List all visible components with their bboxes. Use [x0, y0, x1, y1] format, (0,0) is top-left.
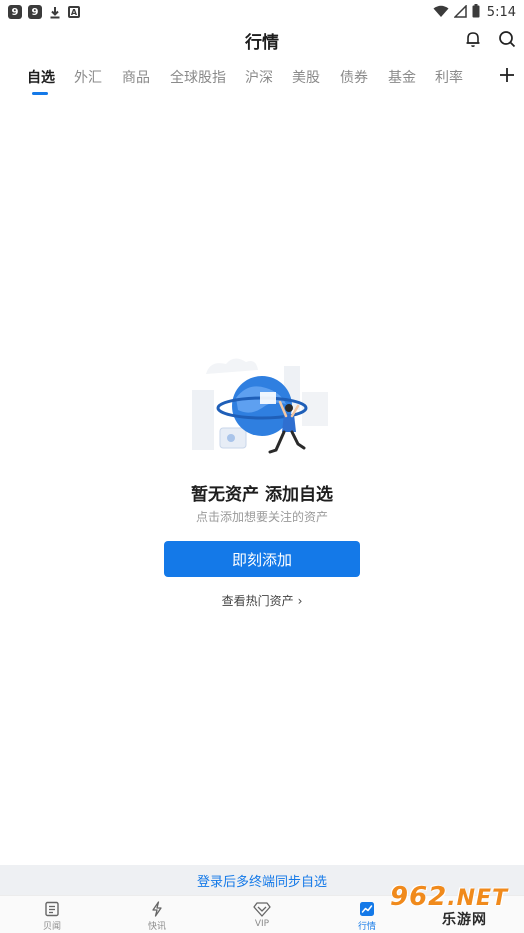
- status-bar: 9 9 A 5:14: [0, 0, 524, 24]
- news-icon: [43, 900, 61, 918]
- tab-global-indices[interactable]: 全球股指: [170, 67, 226, 87]
- header: 行情: [0, 24, 524, 56]
- chevron-right-icon: ›: [297, 594, 303, 608]
- empty-state-illustration: [186, 352, 338, 468]
- watermark-sitename: 乐游网: [442, 912, 487, 928]
- tab-shanghai-shenzhen[interactable]: 沪深: [245, 67, 273, 87]
- watermark-number: 962: [390, 882, 448, 912]
- empty-state-title: 暂无资产 添加自选: [191, 485, 333, 505]
- add-tab-plus-icon[interactable]: [496, 64, 518, 86]
- tab-watchlist[interactable]: 自选: [27, 67, 55, 87]
- diamond-icon: [253, 900, 271, 918]
- app-notification-icon: 9: [28, 5, 42, 19]
- tab-commodities[interactable]: 商品: [122, 67, 150, 87]
- tab-bonds[interactable]: 债券: [340, 67, 368, 87]
- nav-label: 快讯: [147, 922, 166, 932]
- lightning-icon: [148, 900, 166, 918]
- signal-icon: [452, 3, 467, 22]
- nav-label: 贝闻: [42, 922, 61, 932]
- site-watermark: 962.NET 乐游网: [384, 880, 524, 933]
- login-sync-label: 登录后多终端同步自选: [196, 874, 327, 890]
- clock-time: 5:14: [486, 4, 516, 20]
- nav-label: 行情: [357, 922, 376, 932]
- nav-item-news[interactable]: 贝闻: [22, 900, 82, 932]
- battery-icon: [472, 3, 480, 22]
- app-notification-icon: 9: [8, 5, 22, 19]
- tab-funds[interactable]: 基金: [388, 67, 416, 87]
- search-icon[interactable]: [496, 28, 518, 50]
- wifi-icon: [433, 3, 449, 22]
- nav-item-flash[interactable]: 快讯: [127, 900, 187, 932]
- nav-label: VIP: [254, 919, 270, 929]
- tab-interest-rates[interactable]: 利率: [435, 67, 463, 87]
- a-icon: A: [68, 6, 80, 18]
- nav-item-vip[interactable]: VIP: [232, 900, 292, 929]
- page-title: 行情: [245, 33, 279, 53]
- bell-icon[interactable]: [462, 28, 484, 50]
- tab-forex[interactable]: 外汇: [74, 67, 102, 87]
- view-hot-assets-link[interactable]: 查看热门资产 ›: [0, 592, 524, 609]
- market-tabs: 自选 外汇 商品 全球股指 沪深 美股 债券 基金 利率: [0, 60, 524, 100]
- empty-state-subtitle: 点击添加想要关注的资产: [195, 510, 328, 524]
- tab-us-stocks[interactable]: 美股: [292, 67, 320, 87]
- hot-assets-label: 查看热门资产: [221, 594, 294, 608]
- add-now-button[interactable]: 即刻添加: [164, 541, 360, 577]
- watermark-logo: 962.NET: [390, 882, 508, 912]
- download-icon: [48, 5, 62, 19]
- chart-icon: [358, 900, 376, 918]
- watermark-net: .NET: [447, 886, 509, 911]
- active-tab-indicator: [32, 92, 48, 95]
